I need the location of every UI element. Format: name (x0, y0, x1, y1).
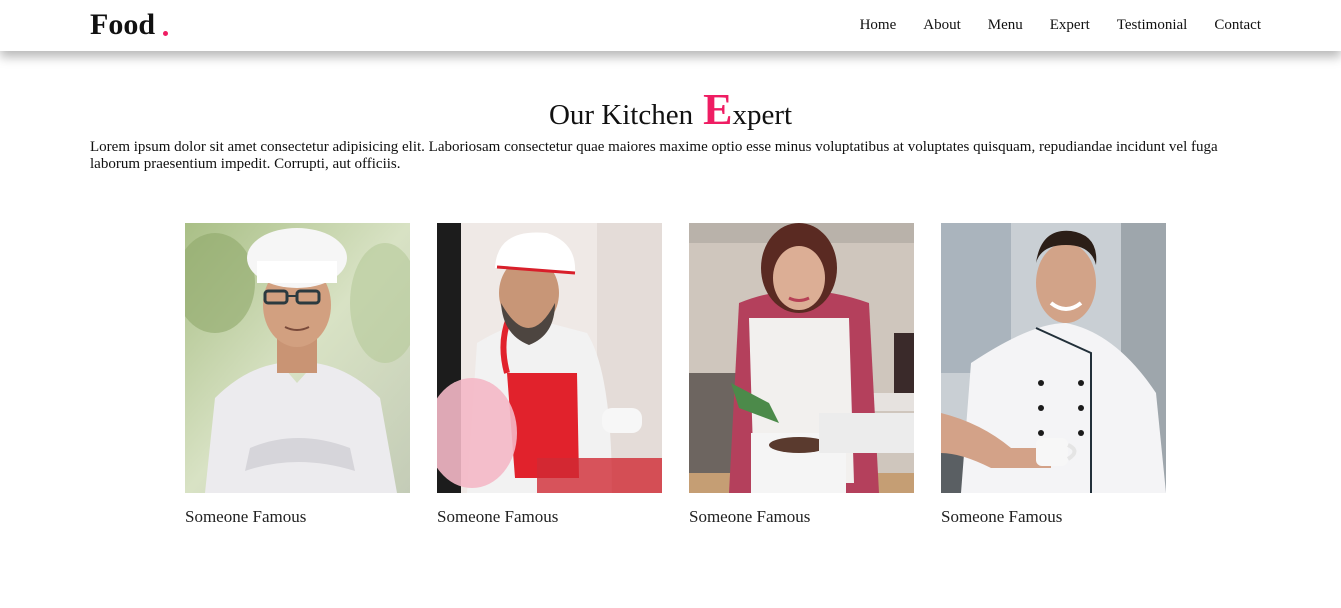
expert-card[interactable]: Someone Famous (941, 223, 1166, 527)
expert-photo (941, 223, 1166, 493)
expert-cards: Someone Famous Someone Famous Someone Fa… (185, 223, 1166, 527)
title-accent-letter: E (703, 85, 733, 134)
expert-name: Someone Famous (689, 507, 811, 526)
title-prefix: Our Kitchen (548, 99, 694, 131)
expert-card[interactable]: Someone Famous (689, 223, 914, 527)
title-rest: xpert (732, 99, 793, 131)
nav-home[interactable]: Home (860, 16, 897, 34)
expert-photo (437, 223, 662, 493)
brand-dot (163, 31, 169, 36)
nav-menu: Home About Menu Expert Testimonial Conta… (860, 16, 1261, 34)
brand-logo[interactable]: Food (90, 7, 169, 43)
expert-photo (185, 223, 410, 493)
nav-menu-link[interactable]: Menu (988, 16, 1023, 34)
expert-name: Someone Famous (437, 507, 559, 526)
expert-card[interactable]: Someone Famous (185, 223, 410, 527)
expert-photo (689, 223, 914, 493)
nav-contact[interactable]: Contact (1214, 16, 1261, 34)
nav-expert[interactable]: Expert (1050, 16, 1090, 34)
section-title: Our Kitchen Expert (0, 88, 1341, 135)
nav-about[interactable]: About (923, 16, 961, 34)
expert-card[interactable]: Someone Famous (437, 223, 662, 527)
expert-name: Someone Famous (185, 507, 307, 526)
expert-name: Someone Famous (941, 507, 1063, 526)
navbar: Food Home About Menu Expert Testimonial … (0, 0, 1341, 51)
section-description: Lorem ipsum dolor sit amet consectetur a… (90, 139, 1218, 172)
nav-testimonial[interactable]: Testimonial (1117, 16, 1188, 34)
brand-name: Food (90, 8, 156, 41)
